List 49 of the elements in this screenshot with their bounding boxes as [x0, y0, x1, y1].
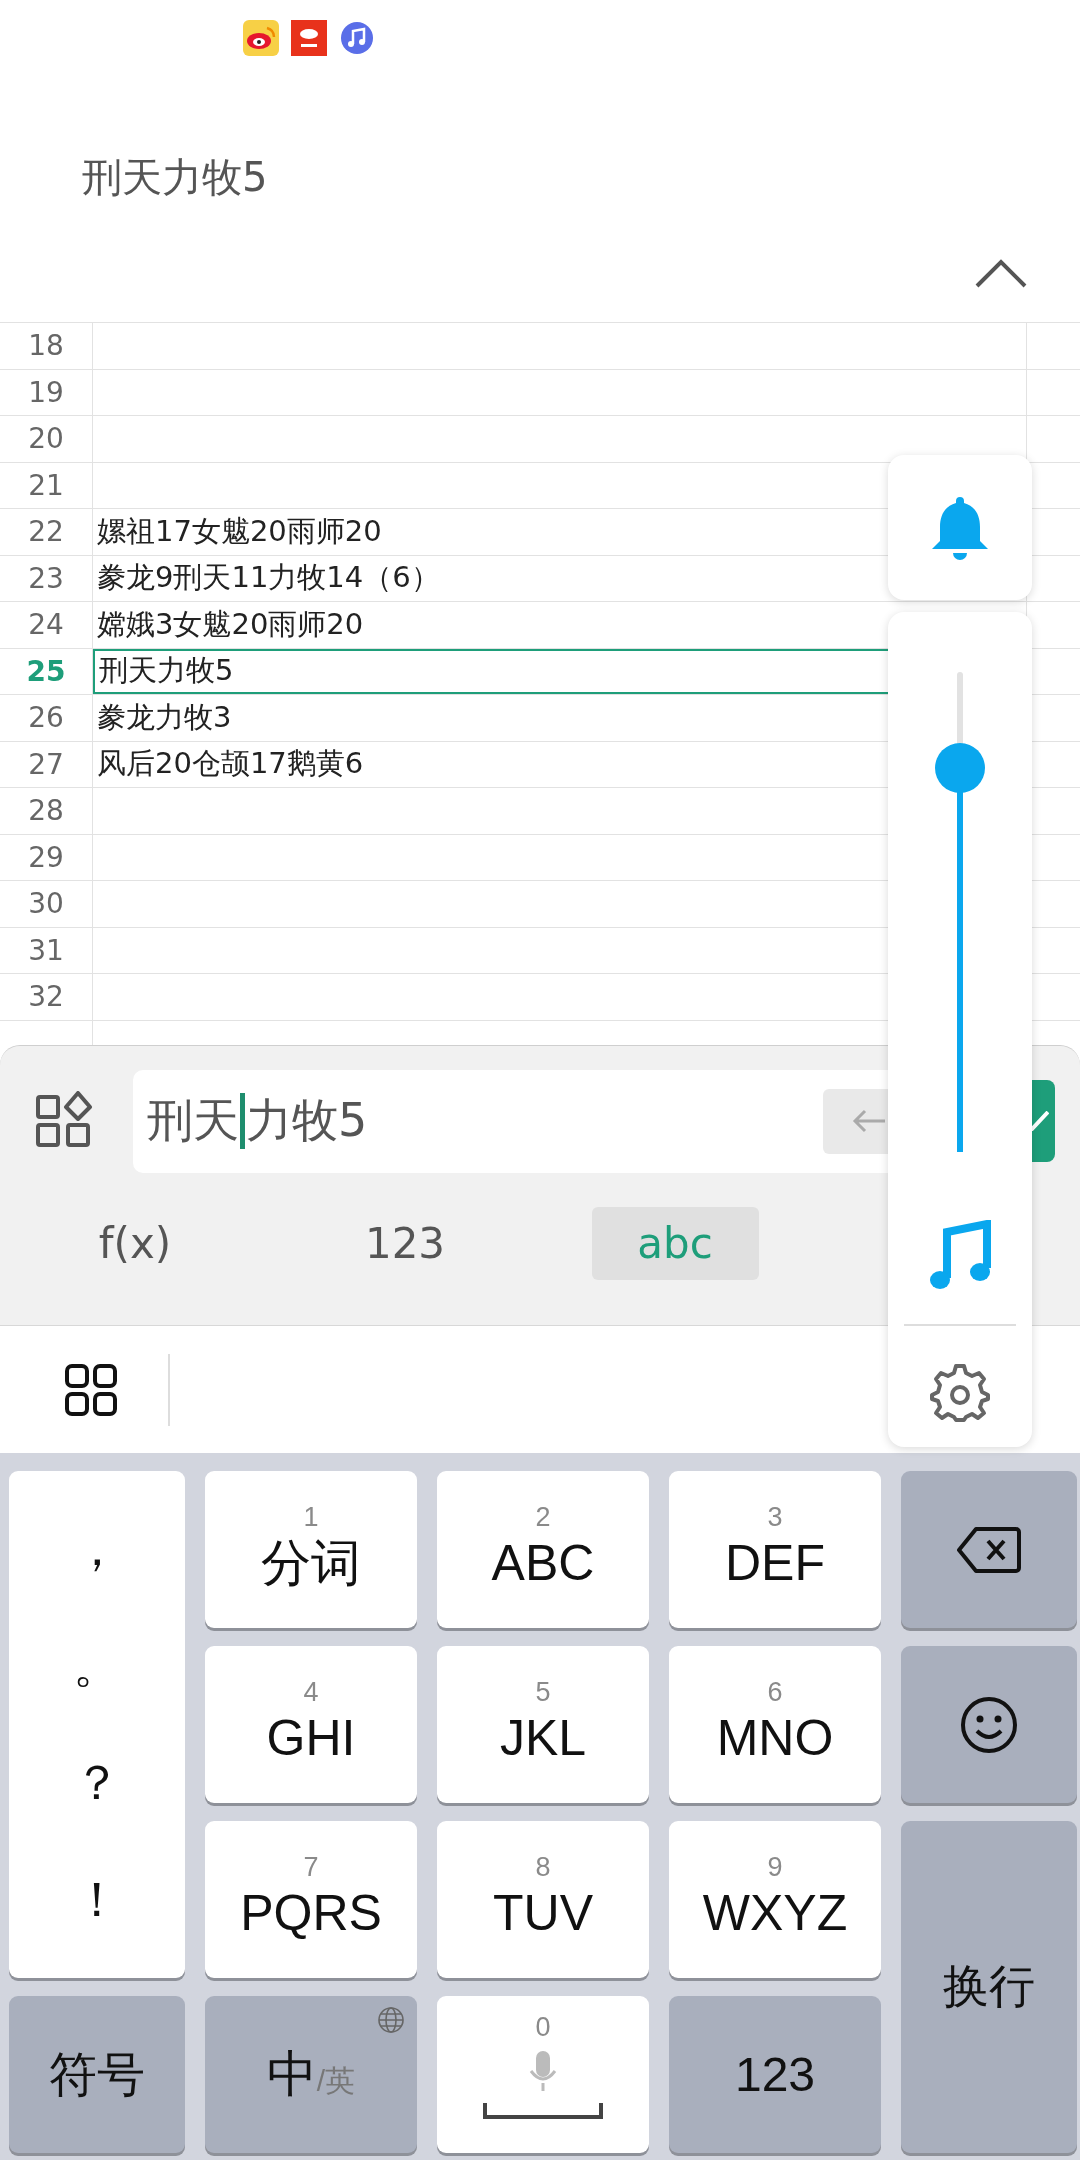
globe-icon	[377, 2006, 405, 2034]
row-number: 23	[0, 555, 93, 601]
row-number: 32	[0, 974, 93, 1020]
backspace-key[interactable]	[901, 1471, 1077, 1628]
punctuation-key[interactable]: ， 。 ？ ！	[9, 1471, 185, 1978]
letter-key[interactable]: 4 GHI	[205, 1646, 417, 1803]
slider-thumb[interactable]	[935, 743, 985, 793]
mode-key[interactable]: 符号	[9, 1996, 185, 2153]
letter-key[interactable]: 5 JKL	[437, 1646, 649, 1803]
letter-key[interactable]: 1 分词	[205, 1471, 417, 1628]
row-number: 30	[0, 881, 93, 927]
row-number: 26	[0, 695, 93, 741]
app-icon	[243, 19, 279, 56]
notification-menu[interactable]	[888, 455, 1032, 600]
settings-icon[interactable]	[930, 1362, 990, 1423]
input-mode-tab[interactable]: 123	[334, 1207, 476, 1280]
letter-key[interactable]: 2 ABC	[437, 1471, 649, 1628]
row-number: 31	[0, 927, 93, 973]
enter-key[interactable]: 换行	[901, 1821, 1077, 2153]
row-number: 18	[0, 323, 93, 369]
letter-key[interactable]: 8 TUV	[437, 1821, 649, 1978]
letter-key[interactable]: 3 DEF	[669, 1471, 881, 1628]
row-number: 25	[0, 648, 93, 694]
sheet-title: 刑天力牧5	[82, 153, 268, 202]
row-number: 27	[0, 741, 93, 787]
row-number: 19	[0, 369, 93, 415]
mode-key[interactable]: 123	[669, 1996, 881, 2153]
left-arrow-icon	[851, 1109, 887, 1133]
smiley-icon	[959, 1694, 1019, 1755]
letter-key[interactable]: 7 PQRS	[205, 1821, 417, 1978]
row-number: 28	[0, 788, 93, 834]
row-number: 29	[0, 834, 93, 880]
space-bar-icon	[483, 2101, 603, 2121]
collapse-icon[interactable]	[975, 258, 1027, 288]
emoji-key[interactable]	[901, 1646, 1077, 1803]
input-mode-tab[interactable]: f(x)	[68, 1207, 202, 1280]
backspace-icon	[956, 1525, 1022, 1574]
music-app-icon	[339, 19, 375, 56]
row-number: 21	[0, 462, 93, 508]
letter-key[interactable]: 9 WXYZ	[669, 1821, 881, 1978]
row-number: 24	[0, 602, 93, 648]
row-number: 22	[0, 509, 93, 555]
letter-key[interactable]: 6 MNO	[669, 1646, 881, 1803]
app-icon	[291, 19, 327, 56]
microphone-icon	[528, 2049, 558, 2093]
row-number: 20	[0, 416, 93, 462]
language-key[interactable]: 中/英	[205, 1996, 417, 2153]
bell-icon	[930, 494, 990, 561]
grid-icon[interactable]	[65, 1363, 117, 1416]
